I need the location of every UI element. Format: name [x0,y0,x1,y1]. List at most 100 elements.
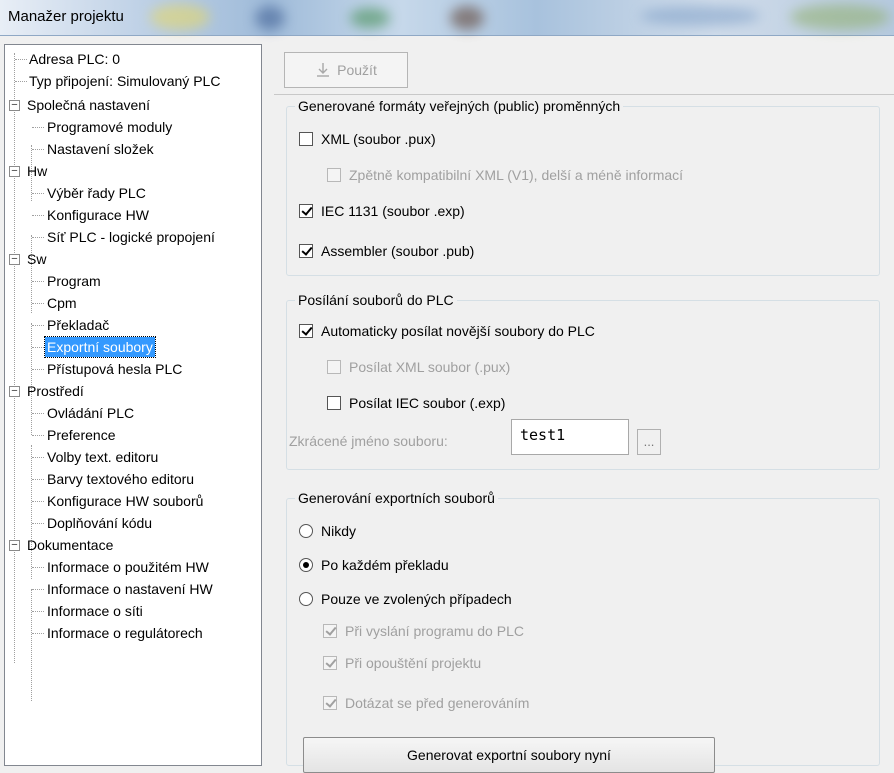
ask-before-checkbox-row[interactable]: Dotázat se před generováním [323,695,529,711]
tree-item-environment[interactable]: Prostředí [25,381,86,401]
tree-item-label: Překladač [47,317,110,333]
collapse-icon[interactable]: − [9,166,20,177]
on-leave-checkbox-row[interactable]: Při opouštění projektu [323,655,481,671]
tree-item-network-info[interactable]: Informace o síti [45,601,145,621]
tree-item-folder-settings[interactable]: Nastavení složek [45,139,156,159]
ask-before-label: Dotázat se před generováním [345,695,530,711]
titlebar-decoration [150,4,210,30]
selected-cases-radio[interactable] [299,592,313,606]
tree-item-label: Výběr řady PLC [47,185,146,201]
tree-item-plc-network[interactable]: Síť PLC - logické propojení [45,227,217,247]
never-radio[interactable] [299,524,313,538]
tree-item-hw-files-config[interactable]: Konfigurace HW souborů [45,491,205,511]
send-iec-checkbox-row[interactable]: Posílat IEC soubor (.exp) [327,395,505,411]
tree-item-preferences[interactable]: Preference [45,425,117,445]
tree-item-export-files[interactable]: Exportní soubory [44,336,156,358]
tree-item-controllers-info[interactable]: Informace o regulátorech [45,623,205,643]
titlebar-decoration [450,6,484,30]
tree-connector [32,633,44,634]
collapse-icon[interactable]: − [9,254,20,265]
auto-send-checkbox[interactable] [299,324,313,338]
tree-item-program[interactable]: Program [45,271,103,291]
apply-icon [317,63,330,77]
xml-v1-checkbox-row[interactable]: Zpětně kompatibilní XML (V1), delší a mé… [327,167,683,183]
tree-connector [32,281,44,282]
on-send-checkbox-row[interactable]: Při vyslání programu do PLC [323,623,524,639]
collapse-icon[interactable]: − [9,386,20,397]
tree-item-label: Konfigurace HW souborů [47,493,204,509]
apply-button[interactable]: Použít [284,52,408,88]
iec-checkbox-row[interactable]: IEC 1131 (soubor .exp) [299,203,465,219]
xml-checkbox[interactable] [299,132,313,146]
apply-label: Použít [337,62,377,78]
tree-item-sw[interactable]: Sw [25,249,48,269]
on-leave-checkbox[interactable] [323,656,337,670]
tree-item-cpm[interactable]: Cpm [45,293,79,313]
ask-before-checkbox[interactable] [323,696,337,710]
send-iec-checkbox[interactable] [327,396,341,410]
never-radio-row[interactable]: Nikdy [299,523,356,539]
tree-item-label: Síť PLC - logické propojení [47,229,215,245]
send-xml-checkbox-row[interactable]: Posílat XML soubor (.pux) [327,359,510,375]
tree-connector [32,523,44,524]
tree-branch-line [31,323,32,435]
auto-send-checkbox-row[interactable]: Automaticky posílat novější soubory do P… [299,323,595,339]
tree-item-program-modules[interactable]: Programové moduly [45,117,174,137]
tree-item-label: Ovládání PLC [47,405,135,421]
short-name-label: Zkrácené jméno souboru: [289,433,448,449]
tree-item-label: Programové moduly [47,119,173,135]
tree-connector [32,347,44,348]
xml-checkbox-row[interactable]: XML (soubor .pux) [299,131,436,147]
tree-item-label: Informace o použitém HW [47,559,209,575]
tree-item-label: Společná nastavení [27,97,150,113]
xml-v1-checkbox[interactable] [327,168,341,182]
tree-item-plc-control[interactable]: Ovládání PLC [45,403,136,423]
tree-item-hw-config[interactable]: Konfigurace HW [45,205,151,225]
collapse-icon[interactable]: − [9,100,20,111]
title-bar[interactable]: Manažer projektu [0,0,894,36]
tree-item-editor-colors[interactable]: Barvy textového editoru [45,469,196,489]
auto-send-label: Automaticky posílat novější soubory do P… [321,323,595,339]
after-each-radio-row[interactable]: Po každém překladu [299,557,449,573]
tree-item-label: Doplňování kódu [47,515,153,531]
browse-button[interactable]: ... [637,429,661,455]
tree-root-line [14,53,15,663]
tree-item-common-settings[interactable]: Společná nastavení [25,95,152,115]
tree-item-label: Informace o regulátorech [47,625,203,641]
iec-checkbox[interactable] [299,204,313,218]
tree-item-label: Prostředí [27,383,84,399]
tree-connector [15,81,27,82]
selected-cases-radio-row[interactable]: Pouze ve zvolených případech [299,591,512,607]
tree-item-plc-address[interactable]: Adresa PLC: 0 [27,49,122,69]
short-name-input[interactable]: test1 [511,419,629,455]
tree-item-hw[interactable]: Hw [25,161,49,181]
collapse-icon[interactable]: − [9,540,20,551]
tree-item-plc-passwords[interactable]: Přístupová hesla PLC [45,359,184,379]
tree-connector [32,369,44,370]
titlebar-decoration [350,8,390,28]
tree-item-plc-series[interactable]: Výběr řady PLC [45,183,148,203]
asm-checkbox-row[interactable]: Assembler (soubor .pub) [299,243,474,259]
tree-branch-line [31,589,32,701]
on-send-checkbox[interactable] [323,624,337,638]
asm-checkbox[interactable] [299,244,313,258]
tree-item-documentation[interactable]: Dokumentace [25,535,115,555]
generate-group: Generování exportních souborů Nikdy Po k… [286,490,880,773]
after-each-radio[interactable] [299,558,313,572]
tree-item-editor-options[interactable]: Volby text. editoru [45,447,160,467]
send-xml-checkbox[interactable] [327,360,341,374]
tree-item-connection-type[interactable]: Typ připojení: Simulovaný PLC [27,71,222,91]
tree-connector [32,413,44,414]
tree-item-code-completion[interactable]: Doplňování kódu [45,513,154,533]
panel-splitter[interactable] [264,44,272,766]
tree-item-used-hw-info[interactable]: Informace o použitém HW [45,557,211,577]
tree-item-label: Exportní soubory [44,336,156,358]
tree-item-hw-settings-info[interactable]: Informace o nastavení HW [45,579,215,599]
public-formats-group: Generované formáty veřejných (public) pr… [286,98,880,276]
tree-item-compiler[interactable]: Překladač [45,315,111,335]
settings-tree[interactable]: Adresa PLC: 0 Typ připojení: Simulovaný … [4,44,262,766]
generate-now-button[interactable]: Generovat exportní soubory nyní [303,737,715,773]
tree-connector [32,149,44,150]
tree-item-label: Dokumentace [27,537,114,553]
send-files-group: Posílání souborů do PLC Automaticky posí… [286,292,880,470]
